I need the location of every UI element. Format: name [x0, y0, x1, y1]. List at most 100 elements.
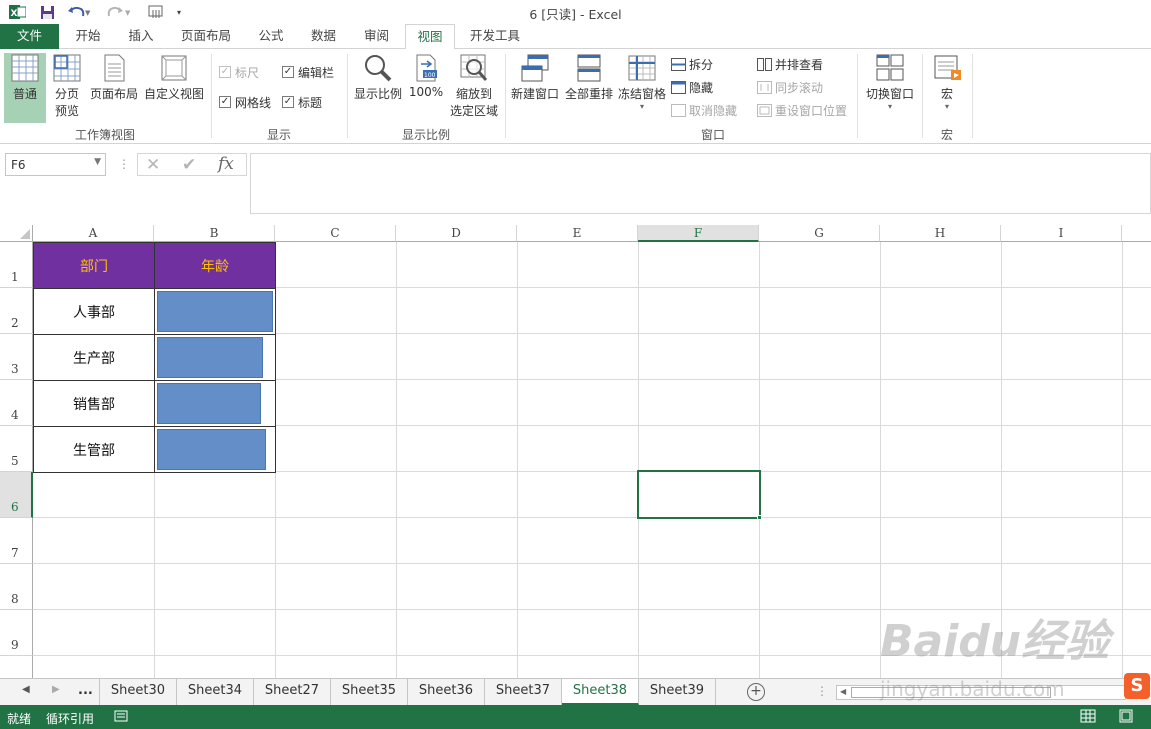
reset-window-position-button[interactable]: 重设窗口位置 — [757, 101, 847, 119]
tab-formulas[interactable]: 公式 — [245, 24, 297, 49]
column-header-g[interactable]: G — [759, 225, 880, 242]
chevron-down-icon[interactable]: ▼ — [94, 157, 101, 167]
ruler-checkbox[interactable]: ✓ 标尺 — [219, 63, 259, 81]
cell-a4[interactable]: 销售部 — [33, 380, 155, 427]
more-sheets-button[interactable]: ... — [78, 683, 93, 698]
unhide-window-button[interactable]: 取消隐藏 — [671, 101, 737, 119]
macros-button[interactable]: 宏 ▾ — [927, 53, 967, 123]
macro-record-icon[interactable] — [114, 709, 128, 726]
column-header-f[interactable]: F — [638, 225, 759, 242]
row-header-3[interactable]: 3 — [0, 334, 33, 380]
tab-data[interactable]: 数据 — [297, 24, 350, 49]
freeze-panes-button[interactable]: 冻结窗格 ▾ — [616, 53, 668, 123]
fill-handle[interactable] — [757, 515, 762, 520]
column-header-i[interactable]: I — [1001, 225, 1122, 242]
normal-view-status-icon[interactable] — [1080, 709, 1096, 726]
sheet-tab[interactable]: Sheet39 — [639, 679, 716, 705]
new-window-button[interactable]: 新建窗口 — [509, 53, 561, 123]
row-header-6[interactable]: 6 — [0, 472, 33, 518]
tab-view[interactable]: 视图 — [405, 24, 455, 50]
tab-file[interactable]: 文件 — [0, 24, 59, 49]
add-sheet-icon[interactable]: + — [747, 683, 765, 701]
column-header-b[interactable]: B — [154, 225, 275, 242]
cell-b5[interactable] — [154, 426, 276, 473]
gridlines-checkbox[interactable]: ✓ 网格线 — [219, 93, 271, 111]
sheet-tab[interactable]: Sheet30 — [100, 679, 177, 705]
page-layout-status-icon[interactable] — [1118, 709, 1134, 726]
arrange-all-button[interactable]: 全部重排 — [563, 53, 615, 123]
cell-b1[interactable]: 年龄 — [154, 242, 276, 289]
cell-a1[interactable]: 部门 — [33, 242, 155, 289]
zoom-to-selection-button[interactable]: 缩放到 选定区域 — [448, 53, 500, 123]
tab-developer[interactable]: 开发工具 — [457, 24, 533, 49]
page-break-preview-button[interactable]: 分页 预览 — [48, 53, 86, 123]
name-box-value: F6 — [11, 158, 26, 172]
row-header-partial[interactable] — [0, 656, 33, 678]
custom-views-button[interactable]: 自定义视图 — [142, 53, 206, 123]
watermark-brand: Baidu经验 — [880, 616, 1110, 667]
cancel-icon[interactable]: ✕ — [146, 155, 160, 175]
sheet-tab[interactable]: Sheet35 — [331, 679, 408, 705]
sheet-tab[interactable]: Sheet34 — [177, 679, 254, 705]
sync-scroll-button[interactable]: 同步滚动 — [757, 78, 823, 96]
sheet-tab-active[interactable]: Sheet38 — [562, 679, 639, 705]
formula-bar-checkbox[interactable]: ✓ 编辑栏 — [282, 63, 334, 81]
row-header-7[interactable]: 7 — [0, 518, 33, 564]
cell-b4[interactable] — [154, 380, 276, 427]
column-header-d[interactable]: D — [396, 225, 517, 242]
formula-input[interactable] — [250, 153, 1151, 214]
formula-bar-label: 编辑栏 — [298, 65, 335, 80]
scroll-left-icon[interactable]: ◀ — [840, 687, 846, 696]
magnifier-icon — [363, 53, 393, 83]
spreadsheet-grid: A B C D E F G H I 1 2 3 4 5 6 7 8 9 部门 年… — [0, 225, 1151, 678]
view-side-by-side-button[interactable]: 并排查看 — [757, 55, 823, 73]
normal-view-button[interactable]: 普通 — [4, 53, 46, 123]
column-header-partial[interactable] — [1122, 225, 1151, 242]
row-header-9[interactable]: 9 — [0, 610, 33, 656]
sheet-tab[interactable]: Sheet37 — [485, 679, 562, 705]
zoom-100-button[interactable]: 100 100% — [406, 53, 446, 123]
status-bar: 就绪 循环引用 — [0, 705, 1151, 729]
hide-window-button[interactable]: 隐藏 — [671, 78, 713, 96]
tab-review[interactable]: 审阅 — [350, 24, 403, 49]
switch-windows-label: 切换窗口 — [865, 87, 914, 101]
tab-insert[interactable]: 插入 — [115, 24, 167, 49]
unhide-window-icon — [671, 103, 686, 117]
tab-page-layout[interactable]: 页面布局 — [167, 24, 245, 49]
column-header-e[interactable]: E — [517, 225, 638, 242]
name-box[interactable]: F6 ▼ — [5, 153, 106, 176]
scroll-right-icon[interactable]: ▶ — [52, 684, 60, 695]
svg-text:100: 100 — [424, 72, 436, 79]
selected-cell-f6[interactable] — [637, 470, 761, 519]
switch-windows-button[interactable]: 切换窗口 ▾ — [862, 53, 918, 123]
enter-icon[interactable]: ✔ — [182, 155, 196, 175]
row-header-5[interactable]: 5 — [0, 426, 33, 472]
page-layout-view-button[interactable]: 页面布局 — [88, 53, 140, 123]
data-bar — [157, 383, 261, 424]
cell-a5[interactable]: 生管部 — [33, 426, 155, 473]
insert-function-icon[interactable]: fx — [218, 154, 234, 174]
column-header-a[interactable]: A — [33, 225, 154, 242]
sheet-tab[interactable]: Sheet36 — [408, 679, 485, 705]
column-header-c[interactable]: C — [275, 225, 396, 242]
scroll-left-icon[interactable]: ◀ — [22, 684, 30, 695]
split-button[interactable]: 拆分 — [671, 55, 713, 73]
row-header-4[interactable]: 4 — [0, 380, 33, 426]
group-label-workbook-views: 工作簿视图 — [74, 128, 135, 142]
ruler-label: 标尺 — [235, 65, 260, 80]
row-header-2[interactable]: 2 — [0, 288, 33, 334]
row-header-1[interactable]: 1 — [0, 242, 33, 288]
group-divider — [972, 54, 973, 138]
cell-a2[interactable]: 人事部 — [33, 288, 155, 335]
zoom-button[interactable]: 显示比例 — [352, 53, 404, 123]
cell-b2[interactable] — [154, 288, 276, 335]
cell-b3[interactable] — [154, 334, 276, 381]
sheet-tab[interactable]: Sheet27 — [254, 679, 331, 705]
row-header-8[interactable]: 8 — [0, 564, 33, 610]
tab-home[interactable]: 开始 — [61, 24, 115, 49]
column-header-h[interactable]: H — [880, 225, 1001, 242]
headings-checkbox[interactable]: ✓ 标题 — [282, 93, 322, 111]
formula-bar: F6 ▼ ⋮ ✕ ✔ fx — [0, 145, 1151, 225]
select-all-corner[interactable] — [0, 225, 33, 242]
cell-a3[interactable]: 生产部 — [33, 334, 155, 381]
